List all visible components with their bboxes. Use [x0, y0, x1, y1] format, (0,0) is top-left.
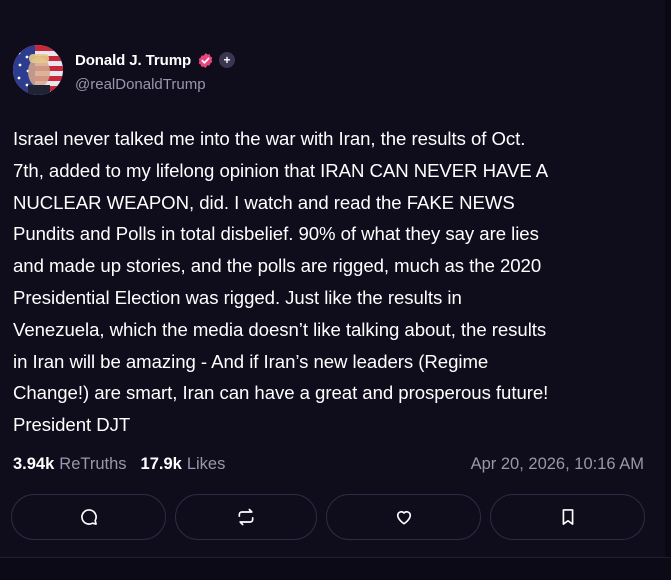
scrollbar-track — [665, 0, 671, 580]
comment-icon — [80, 509, 97, 525]
retruth-button[interactable] — [175, 494, 317, 540]
likes-label[interactable]: Likes — [187, 455, 226, 474]
author-handle[interactable]: @realDonaldTrump — [75, 76, 206, 93]
reply-button[interactable] — [11, 494, 166, 540]
plus-badge-icon: + — [219, 52, 236, 68]
verified-check-icon — [197, 52, 214, 69]
post-stats: 3.94k ReTruths 17.9k Likes — [13, 452, 225, 476]
post-card: Donald J. Trump + @realDonaldTrump Israe… — [0, 0, 671, 580]
likes-count[interactable]: 17.9k — [141, 455, 182, 474]
author-name-row: Donald J. Trump + — [75, 50, 236, 70]
retruths-count[interactable]: 3.94k — [13, 455, 54, 474]
like-button[interactable] — [326, 494, 481, 540]
repost-icon — [238, 508, 254, 526]
avatar-image — [13, 45, 63, 95]
retruths-label[interactable]: ReTruths — [59, 455, 126, 474]
post-body-text: Israel never talked me into the war with… — [13, 128, 549, 436]
post-timestamp[interactable]: Apr 20, 2026, 10:16 AM — [471, 452, 644, 476]
bookmark-button[interactable] — [490, 494, 645, 540]
heart-icon — [396, 510, 411, 525]
card-bottom-divider — [0, 557, 671, 580]
bookmark-icon — [562, 509, 573, 525]
author-avatar[interactable] — [13, 45, 63, 95]
author-display-name[interactable]: Donald J. Trump — [75, 52, 191, 69]
